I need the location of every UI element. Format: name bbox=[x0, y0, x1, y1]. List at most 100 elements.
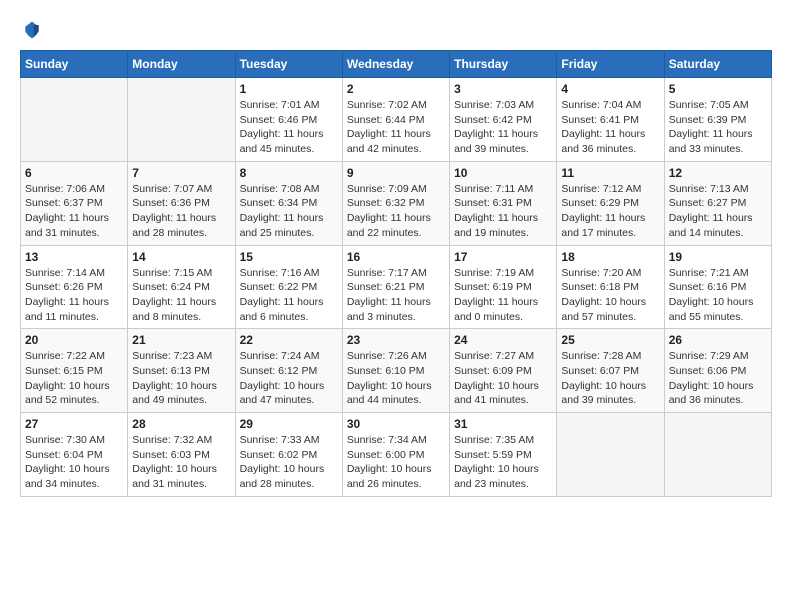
day-info: Sunrise: 7:15 AMSunset: 6:24 PMDaylight:… bbox=[132, 266, 230, 325]
calendar-day-cell: 18 Sunrise: 7:20 AMSunset: 6:18 PMDayligh… bbox=[557, 245, 664, 329]
day-info: Sunrise: 7:27 AMSunset: 6:09 PMDaylight:… bbox=[454, 349, 552, 408]
day-number: 9 bbox=[347, 166, 445, 180]
day-info: Sunrise: 7:21 AMSunset: 6:16 PMDaylight:… bbox=[669, 266, 767, 325]
day-number: 5 bbox=[669, 82, 767, 96]
day-info: Sunrise: 7:08 AMSunset: 6:34 PMDaylight:… bbox=[240, 182, 338, 241]
calendar-day-cell: 17 Sunrise: 7:19 AMSunset: 6:19 PMDayligh… bbox=[450, 245, 557, 329]
day-info: Sunrise: 7:20 AMSunset: 6:18 PMDaylight:… bbox=[561, 266, 659, 325]
calendar-table: SundayMondayTuesdayWednesdayThursdayFrid… bbox=[20, 50, 772, 497]
day-info: Sunrise: 7:06 AMSunset: 6:37 PMDaylight:… bbox=[25, 182, 123, 241]
calendar-day-cell: 29 Sunrise: 7:33 AMSunset: 6:02 PMDayligh… bbox=[235, 413, 342, 497]
calendar-week-row: 1 Sunrise: 7:01 AMSunset: 6:46 PMDaylight… bbox=[21, 78, 772, 162]
day-info: Sunrise: 7:19 AMSunset: 6:19 PMDaylight:… bbox=[454, 266, 552, 325]
day-number: 27 bbox=[25, 417, 123, 431]
day-info: Sunrise: 7:13 AMSunset: 6:27 PMDaylight:… bbox=[669, 182, 767, 241]
day-info: Sunrise: 7:24 AMSunset: 6:12 PMDaylight:… bbox=[240, 349, 338, 408]
day-number: 15 bbox=[240, 250, 338, 264]
day-info: Sunrise: 7:26 AMSunset: 6:10 PMDaylight:… bbox=[347, 349, 445, 408]
day-number: 26 bbox=[669, 333, 767, 347]
calendar-day-cell: 3 Sunrise: 7:03 AMSunset: 6:42 PMDaylight… bbox=[450, 78, 557, 162]
calendar-day-cell: 1 Sunrise: 7:01 AMSunset: 6:46 PMDaylight… bbox=[235, 78, 342, 162]
day-number: 13 bbox=[25, 250, 123, 264]
day-number: 1 bbox=[240, 82, 338, 96]
calendar-day-cell: 20 Sunrise: 7:22 AMSunset: 6:15 PMDayligh… bbox=[21, 329, 128, 413]
day-info: Sunrise: 7:12 AMSunset: 6:29 PMDaylight:… bbox=[561, 182, 659, 241]
calendar-day-header: Friday bbox=[557, 51, 664, 78]
calendar-day-cell: 21 Sunrise: 7:23 AMSunset: 6:13 PMDayligh… bbox=[128, 329, 235, 413]
day-info: Sunrise: 7:23 AMSunset: 6:13 PMDaylight:… bbox=[132, 349, 230, 408]
day-number: 29 bbox=[240, 417, 338, 431]
day-number: 10 bbox=[454, 166, 552, 180]
day-number: 25 bbox=[561, 333, 659, 347]
calendar-day-header: Tuesday bbox=[235, 51, 342, 78]
day-number: 3 bbox=[454, 82, 552, 96]
calendar-week-row: 27 Sunrise: 7:30 AMSunset: 6:04 PMDayligh… bbox=[21, 413, 772, 497]
calendar-week-row: 13Sunrise: 7:14 AMSunset: 6:26 PMDayligh… bbox=[21, 245, 772, 329]
calendar-day-cell: 16Sunrise: 7:17 AMSunset: 6:21 PMDayligh… bbox=[342, 245, 449, 329]
calendar-day-cell: 2Sunrise: 7:02 AMSunset: 6:44 PMDaylight… bbox=[342, 78, 449, 162]
day-info: Sunrise: 7:30 AMSunset: 6:04 PMDaylight:… bbox=[25, 433, 123, 492]
day-info: Sunrise: 7:34 AMSunset: 6:00 PMDaylight:… bbox=[347, 433, 445, 492]
calendar-day-header: Saturday bbox=[664, 51, 771, 78]
day-number: 12 bbox=[669, 166, 767, 180]
day-number: 22 bbox=[240, 333, 338, 347]
day-number: 7 bbox=[132, 166, 230, 180]
day-info: Sunrise: 7:07 AMSunset: 6:36 PMDaylight:… bbox=[132, 182, 230, 241]
calendar-day-cell: 5 Sunrise: 7:05 AMSunset: 6:39 PMDaylight… bbox=[664, 78, 771, 162]
day-info: Sunrise: 7:11 AMSunset: 6:31 PMDaylight:… bbox=[454, 182, 552, 241]
day-info: Sunrise: 7:35 AMSunset: 5:59 PMDaylight:… bbox=[454, 433, 552, 492]
day-info: Sunrise: 7:33 AMSunset: 6:02 PMDaylight:… bbox=[240, 433, 338, 492]
day-number: 24 bbox=[454, 333, 552, 347]
day-number: 4 bbox=[561, 82, 659, 96]
day-info: Sunrise: 7:32 AMSunset: 6:03 PMDaylight:… bbox=[132, 433, 230, 492]
day-info: Sunrise: 7:01 AMSunset: 6:46 PMDaylight:… bbox=[240, 98, 338, 157]
day-number: 11 bbox=[561, 166, 659, 180]
calendar-day-cell bbox=[21, 78, 128, 162]
calendar-day-cell: 24 Sunrise: 7:27 AMSunset: 6:09 PMDayligh… bbox=[450, 329, 557, 413]
day-number: 28 bbox=[132, 417, 230, 431]
calendar-day-cell: 13Sunrise: 7:14 AMSunset: 6:26 PMDayligh… bbox=[21, 245, 128, 329]
calendar-day-cell bbox=[557, 413, 664, 497]
calendar-day-cell: 9 Sunrise: 7:09 AMSunset: 6:32 PMDaylight… bbox=[342, 161, 449, 245]
day-info: Sunrise: 7:17 AMSunset: 6:21 PMDaylight:… bbox=[347, 266, 445, 325]
day-info: Sunrise: 7:09 AMSunset: 6:32 PMDaylight:… bbox=[347, 182, 445, 241]
day-number: 31 bbox=[454, 417, 552, 431]
page-header bbox=[20, 20, 772, 40]
day-number: 23 bbox=[347, 333, 445, 347]
calendar-day-cell: 19 Sunrise: 7:21 AMSunset: 6:16 PMDayligh… bbox=[664, 245, 771, 329]
calendar-day-cell: 15 Sunrise: 7:16 AMSunset: 6:22 PMDayligh… bbox=[235, 245, 342, 329]
day-number: 17 bbox=[454, 250, 552, 264]
day-number: 19 bbox=[669, 250, 767, 264]
day-number: 8 bbox=[240, 166, 338, 180]
day-number: 20 bbox=[25, 333, 123, 347]
calendar-day-cell: 26 Sunrise: 7:29 AMSunset: 6:06 PMDayligh… bbox=[664, 329, 771, 413]
calendar-day-cell: 31 Sunrise: 7:35 AMSunset: 5:59 PMDayligh… bbox=[450, 413, 557, 497]
calendar-day-cell bbox=[128, 78, 235, 162]
calendar-week-row: 20 Sunrise: 7:22 AMSunset: 6:15 PMDayligh… bbox=[21, 329, 772, 413]
day-info: Sunrise: 7:03 AMSunset: 6:42 PMDaylight:… bbox=[454, 98, 552, 157]
day-number: 21 bbox=[132, 333, 230, 347]
calendar-day-header: Sunday bbox=[21, 51, 128, 78]
day-info: Sunrise: 7:28 AMSunset: 6:07 PMDaylight:… bbox=[561, 349, 659, 408]
calendar-day-header: Monday bbox=[128, 51, 235, 78]
calendar-day-cell: 6Sunrise: 7:06 AMSunset: 6:37 PMDaylight… bbox=[21, 161, 128, 245]
calendar-day-cell: 10 Sunrise: 7:11 AMSunset: 6:31 PMDayligh… bbox=[450, 161, 557, 245]
day-info: Sunrise: 7:05 AMSunset: 6:39 PMDaylight:… bbox=[669, 98, 767, 157]
day-number: 18 bbox=[561, 250, 659, 264]
calendar-day-cell: 12 Sunrise: 7:13 AMSunset: 6:27 PMDayligh… bbox=[664, 161, 771, 245]
day-number: 2 bbox=[347, 82, 445, 96]
day-info: Sunrise: 7:29 AMSunset: 6:06 PMDaylight:… bbox=[669, 349, 767, 408]
day-info: Sunrise: 7:22 AMSunset: 6:15 PMDaylight:… bbox=[25, 349, 123, 408]
calendar-day-cell: 28 Sunrise: 7:32 AMSunset: 6:03 PMDayligh… bbox=[128, 413, 235, 497]
calendar-day-cell: 23 Sunrise: 7:26 AMSunset: 6:10 PMDayligh… bbox=[342, 329, 449, 413]
day-info: Sunrise: 7:16 AMSunset: 6:22 PMDaylight:… bbox=[240, 266, 338, 325]
calendar-day-cell: 27 Sunrise: 7:30 AMSunset: 6:04 PMDayligh… bbox=[21, 413, 128, 497]
day-info: Sunrise: 7:04 AMSunset: 6:41 PMDaylight:… bbox=[561, 98, 659, 157]
logo bbox=[20, 20, 44, 40]
calendar-day-cell: 8 Sunrise: 7:08 AMSunset: 6:34 PMDaylight… bbox=[235, 161, 342, 245]
day-number: 14 bbox=[132, 250, 230, 264]
calendar-day-cell: 22 Sunrise: 7:24 AMSunset: 6:12 PMDayligh… bbox=[235, 329, 342, 413]
calendar-day-cell: 14 Sunrise: 7:15 AMSunset: 6:24 PMDayligh… bbox=[128, 245, 235, 329]
calendar-day-cell: 4 Sunrise: 7:04 AMSunset: 6:41 PMDaylight… bbox=[557, 78, 664, 162]
calendar-day-header: Wednesday bbox=[342, 51, 449, 78]
